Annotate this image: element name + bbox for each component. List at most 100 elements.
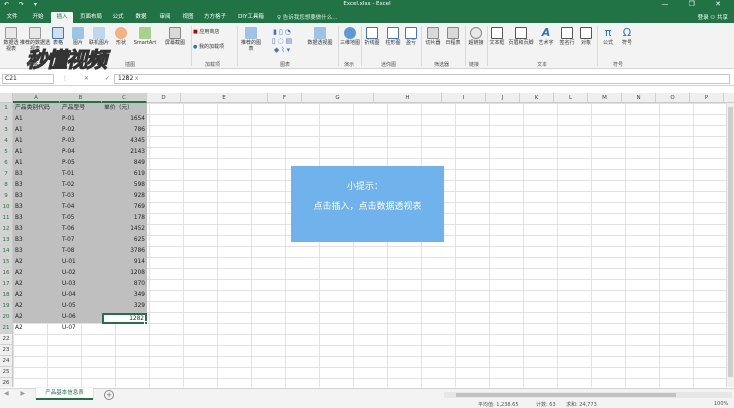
row-header-26[interactable]: 26 (0, 378, 13, 387)
sparkline-winloss-button[interactable]: 盈亏 (404, 27, 418, 46)
column-header-a[interactable]: A (13, 93, 60, 103)
column-header-n[interactable]: N (622, 93, 656, 103)
data-cell[interactable]: 4345 (102, 136, 147, 147)
column-header-e[interactable]: E (181, 93, 268, 103)
data-cell[interactable]: U-01 (60, 257, 102, 268)
row-header-17[interactable]: 17 (0, 279, 13, 290)
data-cell[interactable]: A2 (13, 301, 60, 312)
pivot-chart-button[interactable]: 数据透视图 (304, 27, 336, 46)
timeline-button[interactable]: 日程表 (443, 27, 463, 46)
sparkline-line-button[interactable]: 折线图 (362, 27, 382, 46)
active-cell[interactable]: 1282 (102, 313, 147, 324)
tab-file[interactable]: 文件 (2, 12, 22, 23)
header-cell[interactable]: 产品型号 (60, 103, 102, 114)
data-cell[interactable]: 329 (102, 301, 147, 312)
header-cell[interactable]: 单价（元） (102, 103, 147, 114)
data-cell[interactable]: A1 (13, 136, 60, 147)
row-header-20[interactable]: 20 (0, 312, 13, 323)
recommended-charts-button[interactable]: 推荐的图表 (240, 27, 262, 52)
data-cell[interactable]: A1 (13, 114, 60, 125)
textbox-button[interactable]: 文本框 (488, 27, 506, 46)
sheet-tab-active[interactable]: 产品基本信息表 (36, 388, 93, 400)
data-cell[interactable]: 3786 (102, 246, 147, 257)
data-cell[interactable]: 769 (102, 202, 147, 213)
data-cell[interactable]: A2 (13, 290, 60, 301)
tab-home[interactable]: 开始 (27, 12, 49, 23)
row-header-16[interactable]: 16 (0, 268, 13, 279)
data-cell[interactable]: T-04 (60, 202, 102, 213)
data-cell[interactable]: U-03 (60, 279, 102, 290)
data-cell[interactable]: U-05 (60, 301, 102, 312)
data-cell[interactable]: T-06 (60, 224, 102, 235)
vertical-scrollbar[interactable] (726, 103, 734, 387)
data-cell[interactable]: P-05 (60, 158, 102, 169)
data-cell[interactable]: A2 (13, 268, 60, 279)
formula-input[interactable]: 1282 (114, 74, 730, 84)
tab-diy-toolbox[interactable]: DIY工具箱 (234, 12, 268, 23)
data-cell[interactable]: T-01 (60, 169, 102, 180)
data-cell[interactable]: P-04 (60, 147, 102, 158)
symbol-button[interactable]: Ω 符号 (619, 27, 635, 47)
select-all-corner[interactable] (0, 93, 13, 103)
vertical-scroll-thumb[interactable] (728, 107, 733, 377)
window-controls[interactable]: — ❐ ✕ (661, 0, 730, 8)
row-header-8[interactable]: 8 (0, 180, 13, 191)
row-header-3[interactable]: 3 (0, 125, 13, 136)
column-header-b[interactable]: B (60, 93, 102, 103)
data-cell[interactable]: U-04 (60, 290, 102, 301)
row-header-18[interactable]: 18 (0, 290, 13, 301)
row-header-7[interactable]: 7 (0, 169, 13, 180)
data-cell[interactable]: P-01 (60, 114, 102, 125)
smartart-button[interactable]: SmartArt (130, 27, 160, 46)
data-cell[interactable]: B3 (13, 169, 60, 180)
my-addins-button[interactable]: ● 我的加载项 (193, 44, 233, 50)
screenshot-button[interactable]: 屏幕截图 (161, 27, 189, 46)
header-footer-button[interactable]: 页眉和页脚 (507, 27, 535, 46)
column-header-d[interactable]: D (147, 93, 181, 103)
fill-handle[interactable] (144, 321, 148, 325)
slicer-button[interactable]: 切片器 (423, 27, 443, 46)
row-header-15[interactable]: 15 (0, 257, 13, 268)
row-header-9[interactable]: 9 (0, 191, 13, 202)
row-header-23[interactable]: 23 (0, 345, 13, 356)
object-button[interactable]: 对象 (578, 27, 594, 46)
row-header-13[interactable]: 13 (0, 235, 13, 246)
equation-button[interactable]: π 公式 (600, 27, 616, 47)
data-cell[interactable]: 349 (102, 290, 147, 301)
wordart-button[interactable]: A 艺术字 (536, 27, 556, 47)
column-header-m[interactable]: M (588, 93, 622, 103)
data-cell[interactable]: U-07 (60, 323, 102, 334)
sheet-nav-arrows[interactable]: ◀ ▶ (4, 390, 30, 397)
row-header-25[interactable]: 25 (0, 367, 13, 378)
tab-review[interactable]: 审阅 (155, 12, 175, 23)
column-header-q[interactable]: Q (724, 93, 734, 103)
data-cell[interactable]: 625 (102, 235, 147, 246)
data-cell[interactable]: T-07 (60, 235, 102, 246)
row-header-22[interactable]: 22 (0, 334, 13, 345)
data-cell[interactable]: B3 (13, 224, 60, 235)
3d-map-button[interactable]: 三维地图 (340, 27, 360, 46)
sparkline-column-button[interactable]: 柱形图 (383, 27, 403, 46)
row-header-1[interactable]: 1 (0, 103, 13, 114)
table-button[interactable]: 表格 (50, 27, 66, 46)
data-cell[interactable]: 178 (102, 213, 147, 224)
tell-me-search[interactable]: ♀ 告诉我您想要做什么... (277, 13, 338, 21)
data-cell[interactable]: B3 (13, 191, 60, 202)
data-cell[interactable]: A2 (13, 257, 60, 268)
column-header-g[interactable]: G (302, 93, 374, 103)
data-cell[interactable]: B3 (13, 213, 60, 224)
column-header-o[interactable]: O (656, 93, 690, 103)
data-cell[interactable]: 598 (102, 180, 147, 191)
name-box[interactable]: C21 (2, 74, 54, 84)
data-cell[interactable]: 2143 (102, 147, 147, 158)
row-header-5[interactable]: 5 (0, 147, 13, 158)
row-header-11[interactable]: 11 (0, 213, 13, 224)
shapes-button[interactable]: 形状 (113, 27, 129, 46)
tab-data[interactable]: 数据 (131, 12, 151, 23)
row-header-4[interactable]: 4 (0, 136, 13, 147)
data-cell[interactable]: B3 (13, 235, 60, 246)
zoom-level[interactable]: 100% (714, 401, 728, 407)
data-cell[interactable]: B3 (13, 246, 60, 257)
tab-view[interactable]: 视图 (178, 12, 198, 23)
row-header-2[interactable]: 2 (0, 114, 13, 125)
